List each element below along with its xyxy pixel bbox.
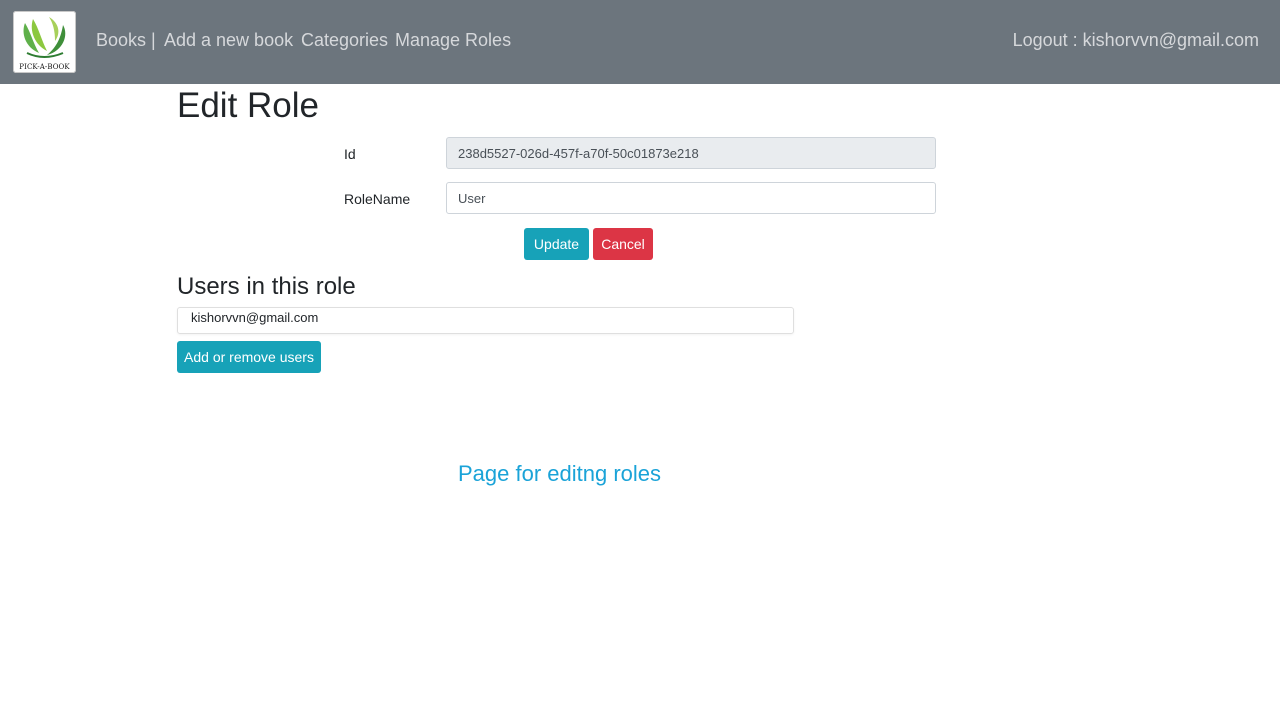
id-label: Id: [344, 146, 356, 162]
logo-text: PICK-A-BOOK: [19, 63, 70, 71]
rolename-field[interactable]: [446, 182, 936, 214]
navbar: PICK-A-BOOK Books | Add a new book Categ…: [0, 0, 1280, 84]
nav-books[interactable]: Books |: [96, 29, 156, 51]
nav-add-book[interactable]: Add a new book: [164, 29, 293, 51]
user-list-item: kishorvvn@gmail.com: [191, 310, 319, 325]
book-logo-icon: [23, 17, 66, 58]
users-section-title: Users in this role: [177, 273, 356, 300]
update-button[interactable]: Update: [524, 228, 589, 260]
nav-manage-roles[interactable]: Manage Roles: [395, 29, 511, 51]
cancel-button[interactable]: Cancel: [593, 228, 653, 260]
logout-link[interactable]: Logout : kishorvvn@gmail.com: [1013, 29, 1259, 51]
id-field[interactable]: [446, 137, 936, 169]
page-description: Page for editng roles: [458, 461, 662, 486]
rolename-label: RoleName: [344, 191, 411, 207]
brand-logo[interactable]: PICK-A-BOOK: [13, 11, 76, 73]
add-remove-users-button[interactable]: Add or remove users: [177, 341, 321, 373]
page-title: Edit Role: [177, 86, 320, 125]
nav-categories[interactable]: Categories: [301, 29, 388, 51]
users-list: kishorvvn@gmail.com: [177, 307, 794, 334]
